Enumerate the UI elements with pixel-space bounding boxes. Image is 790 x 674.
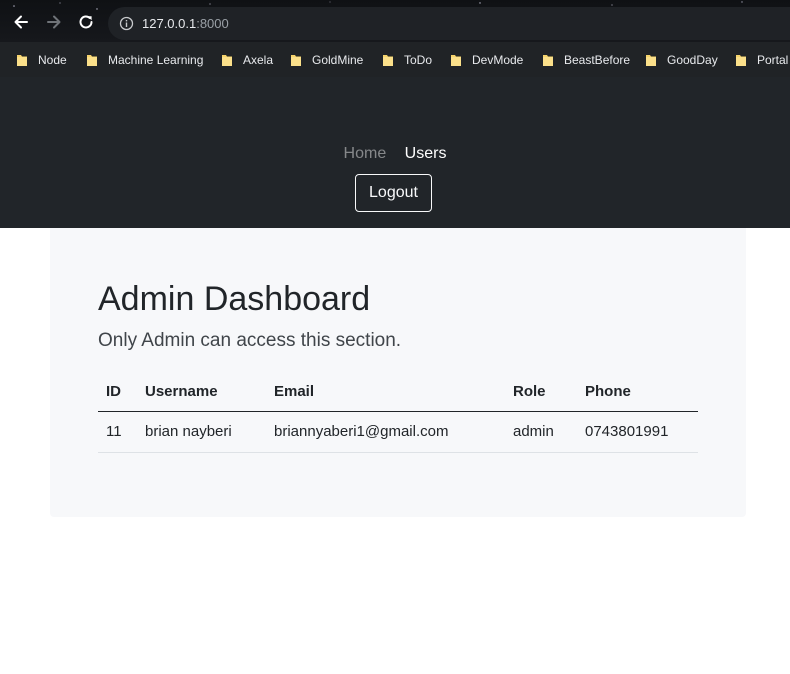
arrow-left-icon <box>14 15 28 29</box>
url-port: :8000 <box>196 16 229 31</box>
bookmark-machine-learning[interactable]: Machine Learning <box>86 51 203 68</box>
bookmark-goldmine[interactable]: GoldMine <box>290 51 363 68</box>
folder-icon <box>291 54 301 66</box>
reload-icon <box>79 15 93 29</box>
bookmark-devmode[interactable]: DevMode <box>450 51 523 68</box>
bookmark-label: Node <box>38 52 67 67</box>
nav-links: Home Users <box>0 145 790 163</box>
bookmark-label: BeastBefore <box>564 52 631 67</box>
bookmarks-bar: Node Machine Learning Axela GoldMine ToD… <box>0 42 790 77</box>
url-text: 127.0.0.1:8000 <box>142 16 229 31</box>
nav-link-home[interactable]: Home <box>344 145 387 163</box>
bookmark-beastbefore[interactable]: BeastBefore <box>542 51 630 68</box>
column-header-username: Username <box>137 372 266 412</box>
table-header-row: ID Username Email Role Phone <box>98 372 698 412</box>
bookmark-portal[interactable]: Portal <box>735 51 788 68</box>
column-header-email: Email <box>266 372 505 412</box>
folder-icon <box>543 54 553 66</box>
bookmark-label: Portal <box>757 52 789 67</box>
folder-icon <box>646 54 656 66</box>
page-title: Admin Dashboard <box>98 280 371 318</box>
reload-button[interactable] <box>75 11 97 33</box>
forward-button[interactable] <box>43 11 65 33</box>
info-icon[interactable] <box>119 16 134 31</box>
column-header-role: Role <box>505 372 577 412</box>
cell-email: briannyaberi1@gmail.com <box>266 411 505 453</box>
bookmark-label: ToDo <box>404 52 433 67</box>
bookmark-label: GoodDay <box>667 52 718 67</box>
back-button[interactable] <box>10 11 32 33</box>
bookmark-node[interactable]: Node <box>16 51 67 68</box>
site-navbar: Home Users Logout <box>0 77 790 228</box>
dashboard-card: Admin Dashboard Only Admin can access th… <box>50 228 746 517</box>
column-header-phone: Phone <box>577 372 698 412</box>
cell-role: admin <box>505 411 577 453</box>
bookmark-goodday[interactable]: GoodDay <box>645 51 718 68</box>
bookmark-label: Machine Learning <box>108 52 204 67</box>
bookmark-label: Axela <box>243 52 274 67</box>
folder-icon <box>87 54 97 66</box>
table-header: ID Username Email Role Phone <box>98 372 698 412</box>
nav-link-users[interactable]: Users <box>405 145 447 163</box>
cell-username: brian nayberi <box>137 411 266 453</box>
cell-id: 11 <box>98 411 137 453</box>
bookmark-label: GoldMine <box>312 52 364 67</box>
cell-phone: 0743801991 <box>577 411 698 453</box>
users-table: ID Username Email Role Phone 11 brian na… <box>98 372 698 453</box>
arrow-right-icon <box>47 15 61 29</box>
url-host: 127.0.0.1 <box>142 16 197 31</box>
page-subtitle: Only Admin can access this section. <box>98 330 402 351</box>
folder-icon <box>451 54 461 66</box>
column-header-id: ID <box>98 372 137 412</box>
table-row: 11 brian nayberi briannyaberi1@gmail.com… <box>98 411 698 453</box>
folder-icon <box>222 54 232 66</box>
folder-icon <box>383 54 393 66</box>
bookmark-todo[interactable]: ToDo <box>382 51 432 68</box>
logout-button[interactable]: Logout <box>355 174 432 212</box>
table-body: 11 brian nayberi briannyaberi1@gmail.com… <box>98 411 698 453</box>
bookmark-axela[interactable]: Axela <box>221 51 273 68</box>
browser-toolbar: 127.0.0.1:8000 <box>0 0 790 42</box>
folder-icon <box>17 54 27 66</box>
bookmark-label: DevMode <box>472 52 524 67</box>
address-bar[interactable]: 127.0.0.1:8000 <box>108 7 790 40</box>
folder-icon <box>736 54 746 66</box>
